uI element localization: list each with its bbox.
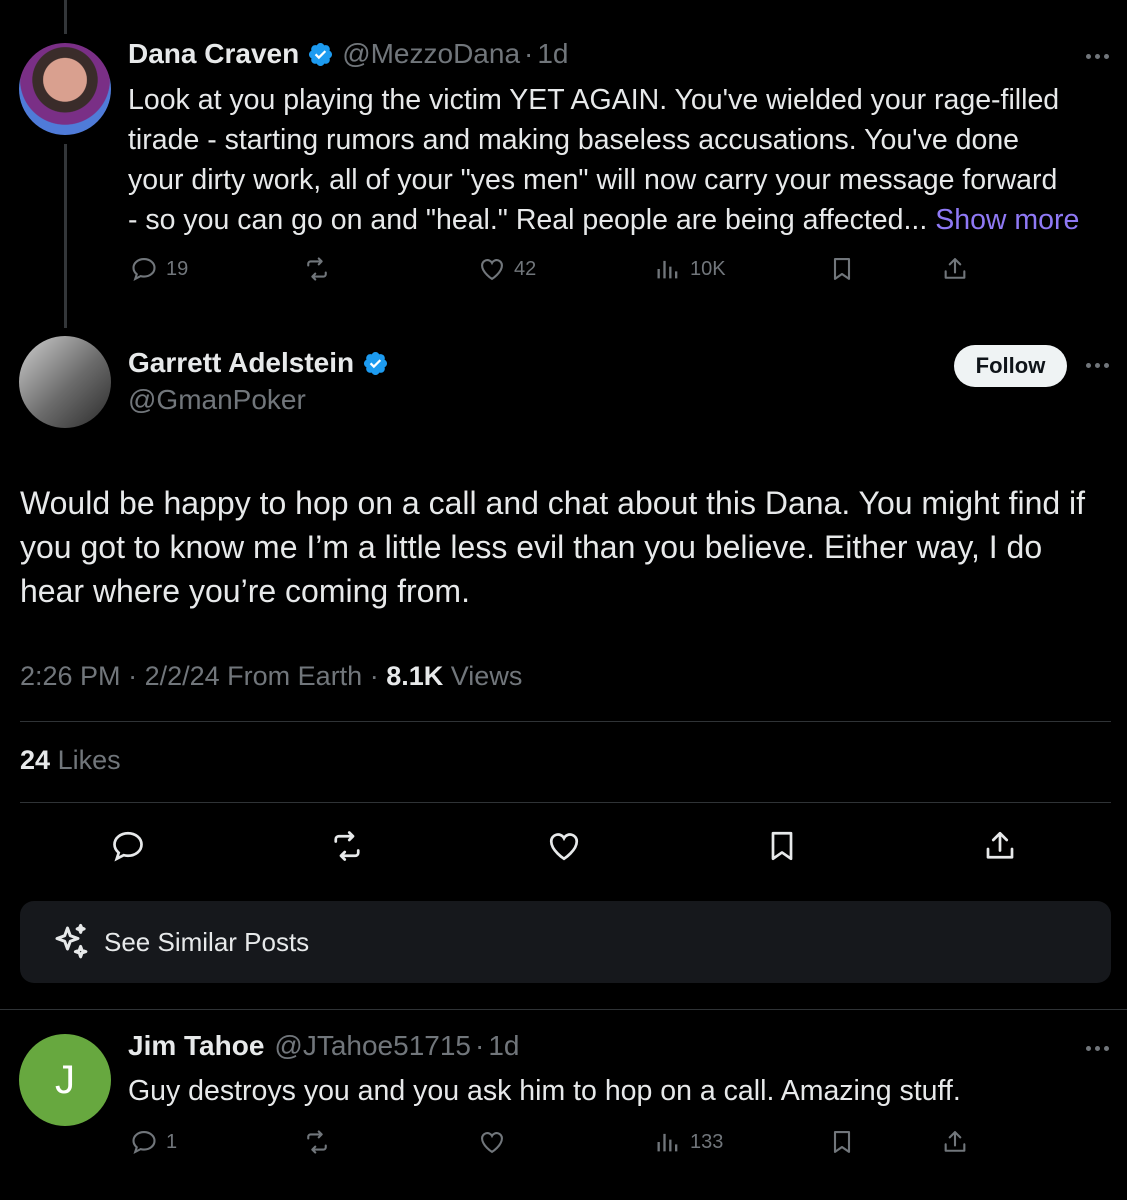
show-more-link[interactable]: Show more — [935, 204, 1079, 236]
author-handle[interactable]: @JTahoe51715 — [274, 1030, 471, 1062]
post-meta: 2:26 PM · 2/2/24 From Earth · 8.1K Views — [20, 661, 523, 691]
post-date[interactable]: 2/2/24 — [145, 661, 220, 691]
reply-icon — [113, 831, 143, 862]
share-icon — [986, 831, 1014, 859]
views-icon — [657, 1133, 678, 1152]
verified-icon — [309, 42, 333, 66]
views-button[interactable]: 133 — [654, 1122, 723, 1162]
likes-label: Likes — [57, 745, 121, 775]
repost-button[interactable] — [303, 249, 331, 289]
author-name[interactable]: Jim Tahoe — [128, 1030, 264, 1062]
bookmark-icon — [771, 831, 793, 861]
bookmark-button[interactable] — [764, 826, 800, 866]
bookmark-button[interactable] — [828, 1122, 856, 1162]
handle-row: @GmanPoker — [128, 384, 306, 416]
divider — [20, 802, 1111, 803]
post-time[interactable]: 1d — [488, 1030, 519, 1062]
more-icon[interactable] — [1086, 363, 1109, 368]
share-button[interactable] — [941, 1122, 969, 1162]
post-source: From Earth — [227, 661, 363, 691]
see-similar-posts-button[interactable]: See Similar Posts — [20, 901, 1111, 983]
follow-button[interactable]: Follow — [954, 345, 1067, 387]
post-text-line: your dirty work, all of your "yes men" w… — [128, 164, 1058, 196]
post-header: Dana Craven @MezzoDana · 1d — [128, 38, 569, 70]
post-header: Jim Tahoe @JTahoe51715 · 1d — [128, 1030, 519, 1062]
share-icon — [944, 258, 966, 279]
post-text-line: Look at you playing the victim YET AGAIN… — [128, 84, 1060, 116]
post-text: Would be happy to hop on a call and chat… — [20, 485, 1086, 609]
more-icon[interactable] — [1086, 1046, 1109, 1051]
views-count: 10K — [690, 257, 726, 280]
author-name[interactable]: Garrett Adelstein — [128, 347, 354, 379]
views-button[interactable]: 10K — [654, 249, 726, 289]
like-icon — [481, 1132, 503, 1154]
author-handle[interactable]: @GmanPoker — [128, 384, 306, 416]
see-similar-label: See Similar Posts — [104, 926, 310, 957]
action-bar — [0, 826, 1127, 866]
post-text: Look at you playing the victim YET AGAIN… — [128, 80, 1108, 240]
like-button[interactable] — [546, 826, 582, 866]
reply-count: 19 — [166, 257, 189, 280]
divider — [20, 721, 1111, 722]
likes-summary[interactable]: 24 Likes — [20, 745, 121, 776]
like-icon — [481, 259, 503, 281]
avatar-letter: J — [55, 1057, 75, 1102]
post-text-line: tirade - starting rumors and making base… — [128, 124, 1020, 156]
reply-icon — [132, 1131, 156, 1155]
share-icon — [944, 1131, 966, 1152]
action-bar: 1 133 — [0, 1122, 1127, 1162]
views-count: 8.1K — [386, 661, 444, 691]
repost-icon — [307, 1130, 327, 1154]
reply-icon — [132, 258, 156, 282]
reply-button[interactable]: 1 — [130, 1122, 177, 1162]
divider — [0, 1009, 1127, 1010]
repost-icon — [334, 831, 360, 861]
bookmark-button[interactable] — [828, 249, 856, 289]
bookmark-icon — [833, 1131, 851, 1153]
verified-icon — [364, 351, 388, 375]
repost-button[interactable] — [303, 1122, 331, 1162]
reply-button[interactable] — [110, 826, 146, 866]
likes-count: 24 — [20, 745, 51, 775]
thread-line-top — [64, 0, 67, 34]
post-time[interactable]: 2:26 PM — [20, 661, 121, 691]
avatar[interactable] — [19, 336, 111, 428]
reply-count: 1 — [166, 1130, 178, 1153]
separator-dot: · — [524, 38, 534, 69]
author-handle[interactable]: @MezzoDana — [342, 38, 520, 70]
views-icon — [657, 260, 678, 279]
share-button[interactable] — [982, 826, 1018, 866]
sparkle-icon — [55, 923, 88, 959]
post-time[interactable]: 1d — [537, 38, 568, 70]
like-button[interactable]: 42 — [478, 249, 536, 289]
like-button[interactable] — [478, 1122, 506, 1162]
views-label: Views — [450, 661, 523, 691]
bookmark-icon — [833, 258, 851, 280]
separator-dot: · — [474, 1030, 485, 1061]
like-icon — [549, 833, 579, 861]
repost-icon — [307, 257, 327, 281]
like-count: 42 — [514, 257, 537, 280]
action-bar: 19 42 10K — [0, 249, 1127, 289]
views-count: 133 — [690, 1130, 724, 1153]
avatar[interactable] — [19, 43, 111, 135]
post-text: Guy destroys you and you ask him to hop … — [128, 1075, 961, 1107]
post-header: Garrett Adelstein — [128, 347, 397, 379]
repost-button[interactable] — [329, 826, 365, 866]
author-name[interactable]: Dana Craven — [128, 38, 299, 70]
reply-button[interactable]: 19 — [130, 249, 188, 289]
more-icon[interactable] — [1086, 54, 1109, 59]
post-text-line: - so you can go on and "heal." Real peop… — [128, 204, 928, 236]
share-button[interactable] — [941, 249, 969, 289]
thread-line — [64, 144, 67, 328]
avatar[interactable]: J — [19, 1034, 111, 1126]
